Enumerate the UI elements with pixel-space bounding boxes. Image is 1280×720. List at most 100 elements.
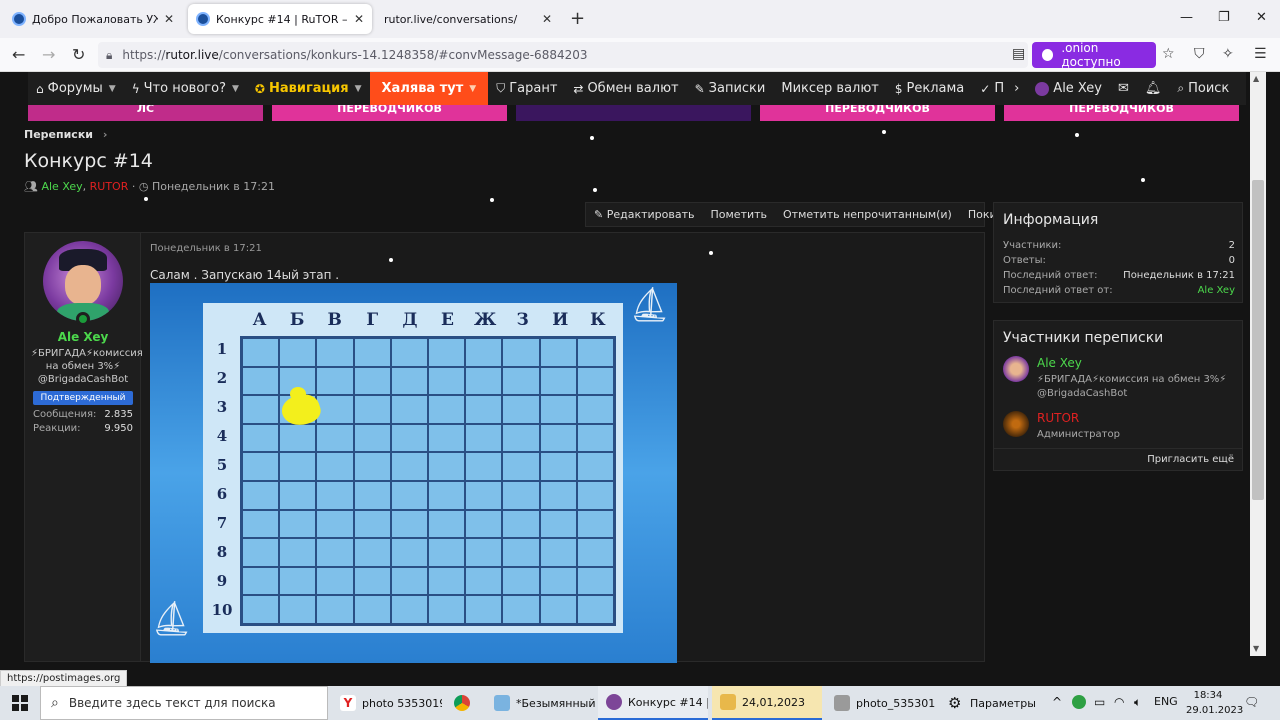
- close-icon[interactable]: ✕: [354, 12, 364, 26]
- avatar[interactable]: [43, 241, 123, 321]
- board-cell: [390, 423, 428, 453]
- menu-icon[interactable]: ☰: [1254, 46, 1267, 62]
- close-icon[interactable]: ✕: [164, 12, 174, 26]
- board-column-label: Г: [366, 310, 379, 330]
- star-icon[interactable]: ☆: [1162, 46, 1175, 62]
- scroll-up-icon[interactable]: ▲: [1253, 74, 1259, 83]
- taskbar-app-paint[interactable]: *Безымянный ...: [486, 686, 596, 720]
- avatar[interactable]: [1003, 356, 1029, 382]
- nav-navigation[interactable]: ✪ Навигация ▼: [247, 72, 370, 105]
- forward-icon[interactable]: →: [42, 45, 55, 64]
- caret-down-icon[interactable]: ▼: [232, 84, 239, 94]
- taskbar-app-folder[interactable]: 24,01,2023: [712, 686, 822, 720]
- edit-button[interactable]: ✎ Редактировать: [586, 208, 703, 221]
- window-close-icon[interactable]: ✕: [1256, 10, 1267, 25]
- taskbar-search[interactable]: ⌕ Введите здесь текст для поиска: [40, 686, 328, 720]
- battleship-board-image[interactable]: А Б В Г Д ЕЖЗ И К 1 2 3 4 5 6 7 8 9 10 ⛵︎ ⛵︎: [150, 283, 677, 663]
- volume-icon[interactable]: 🔈︎: [1134, 695, 1141, 710]
- nav-scroll-right[interactable]: ›: [1006, 72, 1027, 105]
- broom-icon[interactable]: ✧: [1222, 46, 1234, 62]
- scroll-down-icon[interactable]: ▼: [1253, 644, 1259, 653]
- nav-forums[interactable]: ⌂ Форумы ▼: [28, 72, 124, 105]
- stat-reactions: Реакции: 9.950: [33, 423, 133, 434]
- taskbar-app-yandex[interactable]: Y photo 5353019...: [332, 686, 442, 720]
- participant-name[interactable]: Ale Xey: [1037, 356, 1082, 370]
- clock-time: 18:34: [1193, 690, 1223, 701]
- ad-banner[interactable]: ПЕРЕВОДЧИКОВ: [760, 105, 995, 121]
- url-bar[interactable]: 🔒︎ https://rutor.live/conversations/konk…: [98, 42, 1028, 68]
- browser-tab-active[interactable]: Конкурс #14 | RuTOR – главны ✕: [188, 4, 372, 34]
- nav-guarantee[interactable]: ⛉ Гарант: [488, 72, 565, 105]
- close-icon[interactable]: ✕: [542, 12, 552, 26]
- info-value[interactable]: Понедельник в 17:21: [1123, 270, 1235, 281]
- taskbar-app-photo[interactable]: photo_535301...: [826, 686, 936, 720]
- participant-name[interactable]: RUTOR: [1037, 411, 1079, 425]
- ad-banner[interactable]: ЛС: [28, 105, 263, 121]
- message-author-name[interactable]: Ale Xey: [25, 330, 141, 344]
- minimize-icon[interactable]: —: [1180, 10, 1193, 25]
- wifi-icon[interactable]: ◠: [1114, 695, 1124, 709]
- participant-title: ⚡БРИГАДА⚡комиссия на обмен 3%⚡ @BrigadaC…: [1037, 374, 1227, 399]
- board-cell: [279, 452, 317, 481]
- ad-banner[interactable]: [516, 105, 751, 121]
- taskbar-clock[interactable]: 18:34 29.01.2023: [1186, 688, 1243, 718]
- nav-whats-new[interactable]: ϟ Что нового? ▼: [124, 72, 247, 105]
- board-cell: [502, 481, 540, 510]
- onion-available-button[interactable]: .onion доступно: [1032, 41, 1156, 69]
- participant-item[interactable]: Ale Xey ⚡БРИГАДА⚡комиссия на обмен 3%⚡ @…: [1003, 356, 1239, 400]
- caret-down-icon[interactable]: ▼: [355, 84, 362, 94]
- nav-freebies[interactable]: Халява тут ▼: [369, 72, 489, 105]
- info-value[interactable]: Ale Xey: [1198, 285, 1235, 296]
- nav-inbox[interactable]: ✉: [1110, 72, 1137, 105]
- meta-date: Понедельник в 17:21: [151, 180, 275, 193]
- invite-more-link[interactable]: Пригласить ещё: [1147, 454, 1234, 465]
- message-date[interactable]: Понедельник в 17:21: [150, 243, 262, 254]
- chrome-icon: [454, 695, 470, 711]
- mark-unread-button[interactable]: Отметить непрочитанным(и): [775, 208, 960, 221]
- divider: [994, 448, 1242, 449]
- reader-view-icon[interactable]: ▤: [1012, 46, 1025, 62]
- nav-mixer[interactable]: Миксер валют: [773, 72, 887, 105]
- board-column-label: И: [552, 310, 569, 330]
- back-icon[interactable]: ←: [12, 45, 25, 64]
- participant-link[interactable]: RUTOR: [90, 180, 129, 193]
- browser-tab[interactable]: rutor.live/conversations/ ✕: [376, 4, 560, 34]
- board-cell: [428, 538, 466, 567]
- participant-link[interactable]: Ale Xey: [41, 180, 82, 193]
- nav-truncated[interactable]: ✓ П: [972, 72, 1006, 105]
- shield-icon[interactable]: ⛉: [1194, 46, 1205, 62]
- reload-icon[interactable]: ↻: [72, 45, 85, 64]
- scroll-thumb[interactable]: [1252, 180, 1264, 500]
- nav-ads[interactable]: $ Реклама: [887, 72, 972, 105]
- caret-down-icon[interactable]: ▼: [109, 84, 116, 94]
- board-cell: [428, 338, 466, 367]
- nav-user[interactable]: Ale Xey: [1027, 72, 1110, 105]
- restore-icon[interactable]: ❐: [1218, 10, 1230, 25]
- taskbar-app-tor[interactable]: Конкурс #14 | ...: [598, 686, 708, 720]
- ad-banner[interactable]: ПЕРЕВОДЧИКОВ: [272, 105, 507, 121]
- breadcrumb[interactable]: Переписки ›: [24, 128, 107, 141]
- ad-banner[interactable]: ПЕРЕВОДЧИКОВ: [1004, 105, 1239, 121]
- battery-icon[interactable]: ▭: [1094, 695, 1105, 709]
- info-label: Последний ответ:: [1003, 270, 1098, 281]
- windows-start-icon[interactable]: [12, 695, 28, 711]
- board-cell: [316, 452, 354, 481]
- language-indicator[interactable]: ENG: [1154, 695, 1178, 708]
- caret-down-icon[interactable]: ▼: [469, 84, 476, 94]
- nav-alerts[interactable]: 🔔︎: [1137, 72, 1170, 105]
- page-scrollbar[interactable]: ▲ ▼: [1250, 72, 1266, 656]
- avatar[interactable]: [1003, 411, 1029, 437]
- tray-app-icon[interactable]: [1072, 695, 1086, 709]
- mark-button[interactable]: Пометить: [703, 208, 776, 221]
- nav-label: Форумы: [47, 81, 103, 96]
- participant-item[interactable]: RUTOR Администратор: [1003, 411, 1239, 451]
- nav-notes[interactable]: ✎ Записки: [687, 72, 774, 105]
- taskbar-app-settings[interactable]: ⚙ Параметры: [940, 686, 1050, 720]
- new-tab-icon[interactable]: +: [570, 8, 585, 29]
- notification-icon[interactable]: 🗨︎: [1244, 695, 1259, 709]
- chevron-up-icon[interactable]: ^: [1052, 695, 1062, 709]
- taskbar-app-chrome[interactable]: [446, 686, 482, 720]
- nav-search[interactable]: ⌕ Поиск: [1169, 72, 1237, 105]
- nav-exchange[interactable]: ⇄ Обмен валют: [565, 72, 686, 105]
- browser-tab[interactable]: Добро Пожаловать УЖЕ 14 ча ✕: [4, 4, 182, 34]
